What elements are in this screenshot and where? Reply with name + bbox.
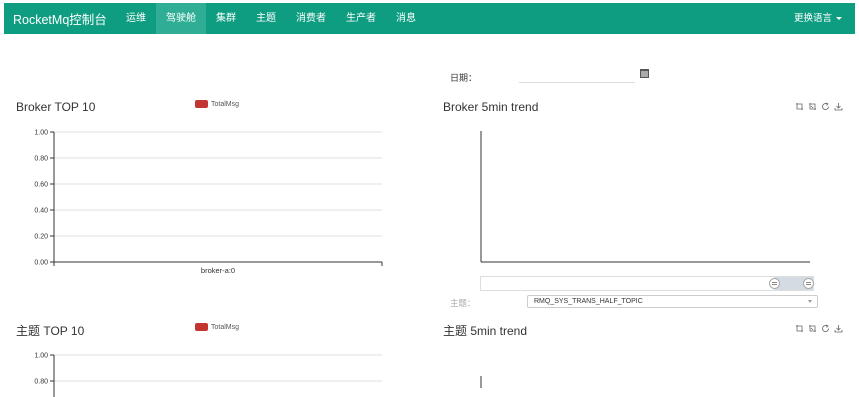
download-icon[interactable] [834, 102, 843, 111]
topic-trend-title: 主题 5min trend [443, 324, 528, 338]
calendar-icon[interactable] [640, 68, 649, 78]
restore-icon[interactable] [821, 102, 830, 111]
y-tick-label: 0.00 [34, 260, 48, 267]
language-label: 更换语言 [793, 13, 832, 24]
nav-item-ops[interactable]: 运维 [116, 3, 156, 34]
topic-top10-chart: 1.00 0.80 [34, 353, 382, 397]
y-tick-label: 1.00 [34, 130, 48, 137]
nav-item-producer[interactable]: 生产者 [336, 3, 386, 34]
broker-top10-legend[interactable]: TotalMsg [195, 100, 239, 108]
nav-item-cluster[interactable]: 集群 [206, 3, 246, 34]
y-tick-label: 0.80 [34, 379, 48, 386]
nav-item-topic[interactable]: 主题 [246, 3, 286, 34]
zoom-reset-icon[interactable] [808, 324, 817, 333]
broker-trend-title: Broker 5min trend [443, 100, 539, 114]
topic-top10-legend[interactable]: TotalMsg [195, 323, 239, 331]
datazoom-end-handle[interactable] [803, 278, 814, 289]
x-tick-label: broker-a:0 [201, 266, 235, 275]
topic-select-value: RMQ_SYS_TRANS_HALF_TOPIC [534, 298, 643, 305]
y-tick-label: 0.40 [34, 208, 48, 215]
broker-top10-title: Broker TOP 10 [16, 100, 96, 114]
language-dropdown[interactable]: 更换语言 [794, 3, 842, 34]
zoom-icon[interactable] [795, 102, 804, 111]
datazoom-start-handle[interactable] [769, 278, 780, 289]
nav-item-dashboard[interactable]: 驾驶舱 [156, 3, 206, 34]
y-tick-label: 0.20 [34, 234, 48, 241]
topic-trend-toolbox [795, 324, 843, 333]
legend-swatch [195, 100, 208, 108]
date-input[interactable] [519, 66, 635, 83]
topic-select-label: 主题： [450, 298, 476, 308]
chevron-down-icon [808, 300, 812, 303]
topic-top10-title: 主题 TOP 10 [16, 324, 85, 338]
broker-trend-toolbox [795, 102, 843, 111]
broker-trend-chart [480, 131, 810, 263]
y-tick-label: 0.60 [34, 182, 48, 189]
zoom-reset-icon[interactable] [808, 102, 817, 111]
download-icon[interactable] [834, 324, 843, 333]
topic-trend-chart [480, 376, 482, 388]
zoom-icon[interactable] [795, 324, 804, 333]
app-brand[interactable]: RocketMq控制台 [4, 9, 116, 28]
datazoom-slider[interactable] [480, 276, 814, 291]
y-tick-label: 0.80 [34, 156, 48, 163]
nav-item-consumer[interactable]: 消费者 [286, 3, 336, 34]
restore-icon[interactable] [821, 324, 830, 333]
legend-label: TotalMsg [211, 100, 240, 108]
legend-swatch [195, 323, 208, 331]
caret-down-icon [836, 16, 842, 20]
date-label: 日期： [450, 73, 478, 83]
y-tick-label: 1.00 [34, 353, 48, 360]
nav-item-message[interactable]: 消息 [386, 3, 426, 34]
broker-top10-chart: 1.00 0.80 0.60 0.40 0.20 0.00 broker-a:0 [34, 130, 383, 275]
legend-label: TotalMsg [211, 323, 240, 331]
top-navbar: RocketMq控制台 运维 驾驶舱 集群 主题 消费者 生产者 消息 更换语言 [4, 3, 855, 34]
topic-select[interactable]: RMQ_SYS_TRANS_HALF_TOPIC [527, 295, 818, 308]
